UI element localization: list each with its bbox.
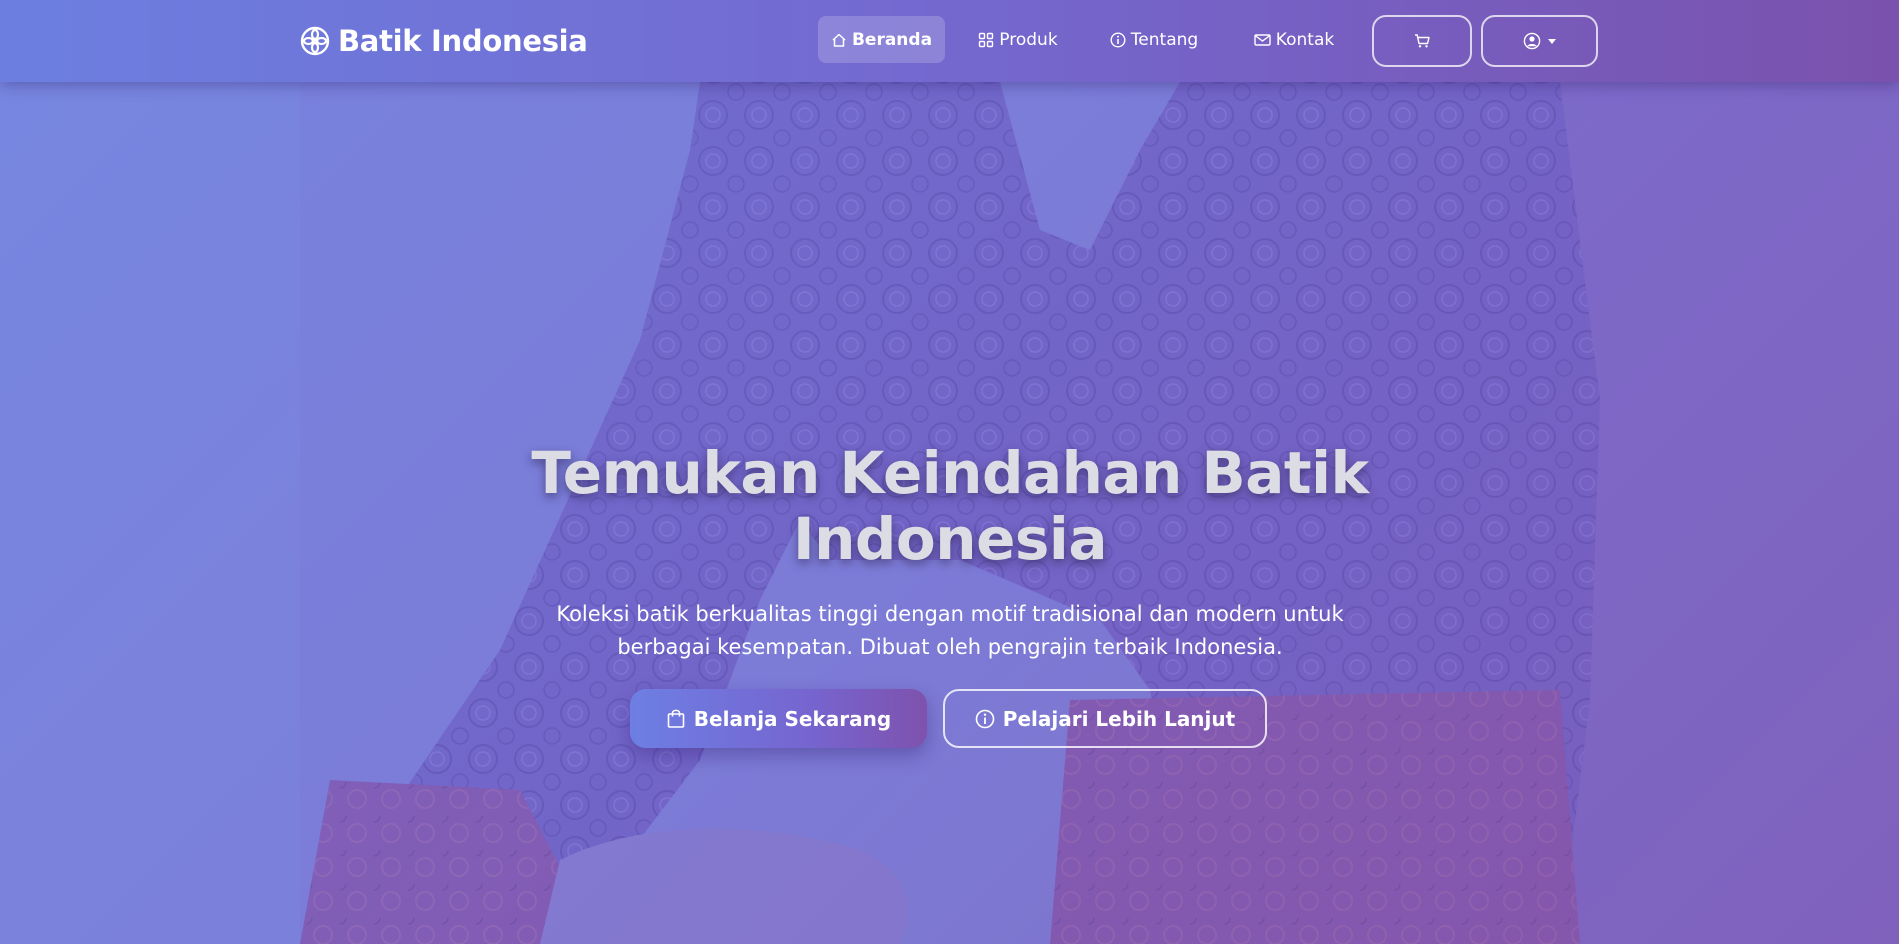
nav-label: Kontak: [1275, 29, 1335, 50]
navbar: Batik Indonesia Beranda Produk Tentang K…: [0, 0, 1899, 82]
user-circle-icon: [1523, 32, 1541, 50]
user-menu-button[interactable]: [1481, 15, 1598, 67]
nav-item-produk[interactable]: Produk: [970, 16, 1066, 63]
hero-title: Temukan Keindahan Batik Indonesia: [500, 440, 1400, 572]
hero-subtitle-line2: berbagai kesempatan. Dibuat oleh pengraj…: [617, 635, 1283, 659]
grid-icon: [979, 32, 994, 47]
nav-label: Tentang: [1130, 29, 1199, 50]
brand-logo[interactable]: Batik Indonesia: [300, 20, 588, 62]
envelope-icon: [1254, 33, 1271, 46]
nav-item-beranda[interactable]: Beranda: [818, 16, 945, 63]
info-circle-icon: [975, 709, 995, 728]
hero-subtitle-line1: Koleksi batik berkualitas tinggi dengan …: [556, 602, 1344, 626]
hero-title-line1: Temukan Keindahan Batik: [531, 439, 1369, 507]
hero-title-line2: Indonesia: [793, 505, 1107, 573]
chevron-down-icon: [1548, 38, 1556, 44]
shopping-bag-icon: [667, 709, 685, 728]
hero-subtitle: Koleksi batik berkualitas tinggi dengan …: [540, 598, 1360, 664]
info-circle-icon: [1110, 31, 1126, 48]
nav-item-kontak[interactable]: Kontak: [1244, 16, 1344, 63]
home-icon: [832, 33, 846, 47]
learn-more-label: Pelajari Lebih Lanjut: [1002, 706, 1236, 731]
nav-label: Produk: [999, 29, 1058, 50]
nav-item-tentang[interactable]: Tentang: [1100, 16, 1208, 63]
cart-icon: [1414, 34, 1430, 48]
flower-logo-icon: [300, 26, 330, 56]
page: Batik Indonesia Beranda Produk Tentang K…: [0, 0, 1899, 944]
shop-now-label: Belanja Sekarang: [693, 706, 892, 731]
cart-button[interactable]: [1372, 15, 1472, 67]
brand-name: Batik Indonesia: [338, 24, 588, 58]
shop-now-button[interactable]: Belanja Sekarang: [630, 689, 927, 748]
nav-label: Beranda: [851, 29, 933, 50]
learn-more-button[interactable]: Pelajari Lebih Lanjut: [943, 689, 1267, 748]
